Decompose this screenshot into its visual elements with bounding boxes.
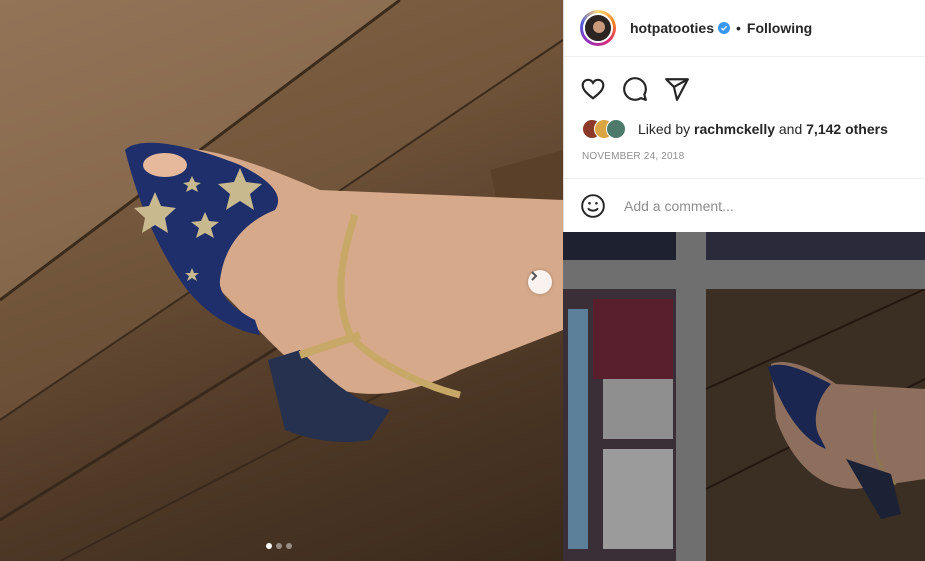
action-bar <box>580 76 690 102</box>
liked-by-others-link[interactable]: 7,142 others <box>806 121 888 137</box>
liker-avatars[interactable] <box>582 119 634 139</box>
separator-dot: • <box>736 20 741 36</box>
chevron-right-icon <box>531 271 538 281</box>
comment-box <box>564 178 925 232</box>
comment-bubble-icon <box>623 77 647 101</box>
liked-by-prefix: Liked by <box>638 121 691 137</box>
grid-tile[interactable] <box>705 288 925 561</box>
carousel-dot-active <box>266 543 272 549</box>
avatar[interactable] <box>580 10 616 46</box>
like-button[interactable] <box>580 76 606 102</box>
grid-tile[interactable] <box>563 289 676 561</box>
carousel-next-button[interactable] <box>528 270 552 294</box>
post-date[interactable]: NOVEMBER 24, 2018 <box>582 151 684 162</box>
liked-by-user-link[interactable]: rachmckelly <box>694 121 775 137</box>
grid-tile <box>563 232 676 260</box>
liker-avatar <box>606 119 626 139</box>
post-header: hotpatooties • Following <box>564 0 925 57</box>
carousel-dot <box>286 543 292 549</box>
comment-button[interactable] <box>622 76 648 102</box>
shoe-photo-illustration <box>0 0 563 561</box>
smiley-icon[interactable] <box>580 193 606 219</box>
heart-icon <box>581 78 605 100</box>
carousel-indicator <box>266 543 292 549</box>
following-button[interactable]: Following <box>747 20 812 36</box>
paper-plane-icon <box>665 78 689 101</box>
share-button[interactable] <box>664 76 690 102</box>
username-link[interactable]: hotpatooties <box>630 20 714 36</box>
carousel-dot <box>276 543 282 549</box>
verified-badge-icon <box>718 22 730 34</box>
comment-input[interactable] <box>622 196 886 215</box>
liked-by-joiner: and <box>778 121 803 137</box>
avatar-image <box>583 13 613 43</box>
post-info-panel: hotpatooties • Following Liked by rachmc… <box>563 0 925 232</box>
likes-summary: Liked by rachmckelly and 7,142 others <box>582 119 888 139</box>
liked-by-text: Liked by rachmckelly and 7,142 others <box>638 121 888 137</box>
background-grid-dimmed <box>563 232 925 561</box>
post-photo <box>0 0 563 561</box>
grid-tile <box>706 232 925 260</box>
